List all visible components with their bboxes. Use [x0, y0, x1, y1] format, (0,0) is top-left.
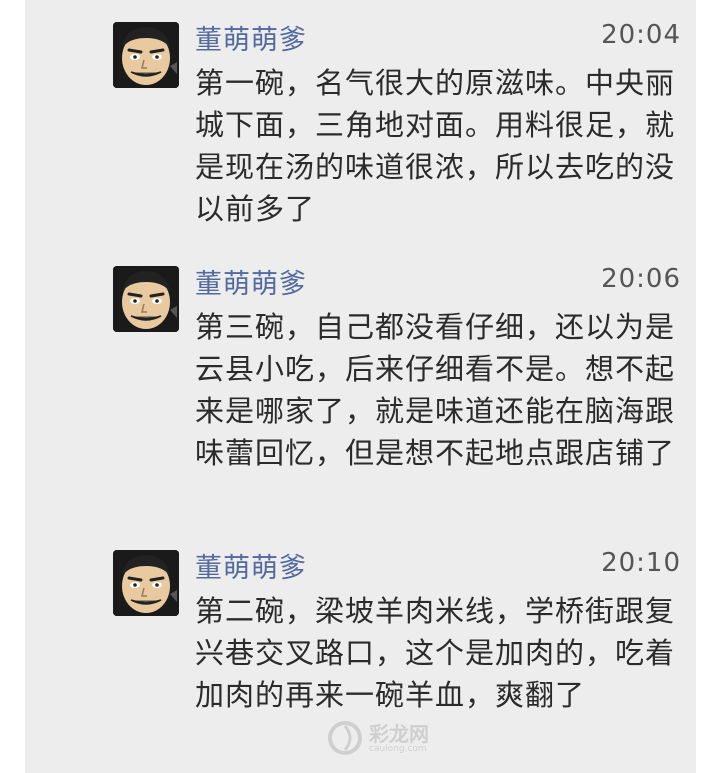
- cartoon-face-avatar-icon[interactable]: [113, 550, 179, 616]
- chat-panel: 董萌萌爹 20:04 第一碗，名气很大的原滋味。中央丽城下面，三角地对面。用料很…: [25, 0, 696, 773]
- watermark-logo: 彩龙网 caulong.com: [325, 718, 455, 764]
- watermark-subtext: caulong.com: [369, 744, 427, 754]
- sender-name: 董萌萌爹: [195, 553, 307, 584]
- message-time: 20:06: [601, 264, 681, 294]
- chat-screen: 董萌萌爹 20:04 第一碗，名气很大的原滋味。中央丽城下面，三角地对面。用料很…: [0, 0, 719, 773]
- message-text: 第三碗，自己都没看仔细，还以为是云县小吃，后来仔细看不是。想不起来是哪家了，就是…: [195, 310, 676, 470]
- sender-name: 董萌萌爹: [195, 269, 307, 300]
- watermark-swirl-icon: [328, 721, 362, 755]
- message-text: 第一碗，名气很大的原滋味。中央丽城下面，三角地对面。用料很足，就是现在汤的味道很…: [195, 66, 676, 226]
- cartoon-face-avatar-icon[interactable]: [113, 266, 179, 332]
- watermark-text: 彩龙网: [369, 722, 429, 746]
- sender-name: 董萌萌爹: [195, 25, 307, 56]
- message-text: 第二碗，梁坡羊肉米线，学桥街跟复兴巷交叉路口，这个是加肉的，吃着加肉的再来一碗羊…: [195, 594, 676, 712]
- cartoon-face-avatar-icon[interactable]: [113, 22, 179, 88]
- message-time: 20:10: [601, 548, 681, 578]
- message-time: 20:04: [601, 20, 681, 50]
